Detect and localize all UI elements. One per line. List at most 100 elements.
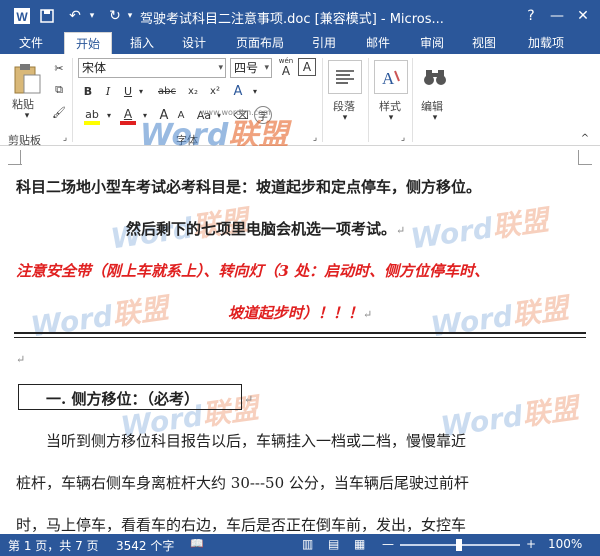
minimize-button[interactable]: — (544, 6, 570, 26)
tab-review[interactable]: 审阅 (412, 32, 452, 54)
tab-layout[interactable]: 页面布局 (228, 32, 292, 54)
highlight-icon: ab (85, 107, 99, 121)
tab-addins[interactable]: 加载项 (518, 32, 574, 54)
tab-file[interactable]: 文件 (6, 32, 56, 54)
close-button[interactable]: ✕ (570, 6, 596, 26)
paste-dropdown-icon[interactable]: ▾ (12, 110, 42, 122)
undo-icon[interactable]: ↶ (64, 6, 86, 26)
font-name-dropdown-icon[interactable]: ▾ (218, 59, 223, 77)
highlight-dropdown-icon[interactable]: ▾ (104, 106, 114, 124)
phonetic-guide-button[interactable]: wén A (276, 56, 296, 78)
format-painter-icon[interactable]: 🖌 (50, 104, 68, 120)
bold-button[interactable]: B (80, 82, 96, 100)
separator (322, 58, 323, 142)
styles-launcher-icon[interactable]: ⌟ (398, 132, 408, 144)
crop-mark (578, 164, 592, 165)
separator (72, 58, 73, 142)
zoom-in-button[interactable]: + (526, 537, 536, 551)
zoom-level[interactable]: 100% (548, 537, 582, 551)
separator (412, 58, 413, 142)
doc-line-1: 科目二场地小型车考试必考科目是：坡道起步和定点停车，侧方移位。 (16, 176, 481, 197)
print-layout-icon[interactable]: ▤ (328, 537, 339, 551)
watermark-url: www.wordlm.com (200, 108, 271, 117)
read-mode-icon[interactable]: ▥ (302, 537, 313, 551)
paragraph-mark: ↵ (16, 353, 26, 366)
font-size-value: 四号 (234, 61, 259, 75)
customize-qa-icon[interactable]: ▾ (124, 6, 136, 26)
word-logo-icon: W (10, 6, 34, 26)
paragraph-mark: ↵ (363, 308, 373, 321)
zoom-slider-thumb[interactable] (456, 539, 462, 551)
collapse-ribbon-icon[interactable]: ^ (578, 132, 592, 144)
font-launcher-icon[interactable]: ⌟ (310, 132, 320, 144)
double-rule-bottom (14, 337, 586, 338)
paragraph-dropdown-icon[interactable]: ▾ (330, 112, 360, 124)
body-line-1-text: 当听到侧方移位科目报告以后，车辆挂入一档或二档，慢慢靠近 (46, 432, 467, 450)
document-area[interactable]: Word联盟 Word联盟 Word联盟 Word联盟 Word联盟 Word联… (0, 146, 600, 534)
page-count[interactable]: 第 1 页，共 7 页 (8, 537, 99, 554)
binoculars-icon[interactable] (418, 60, 452, 94)
doc-line-3-rest: 、转向灯（3 处：启动时、侧方位停车时、 (203, 262, 490, 280)
doc-line-2-text: 然后剩下的七项里电脑会机选一项考试。 (126, 220, 397, 238)
help-button[interactable]: ? (518, 6, 544, 26)
font-color-button[interactable]: A (118, 106, 138, 126)
font-color-letter: A (123, 107, 133, 121)
doc-line-3: 注意安全带（刚上车就系上）、转向灯（3 处：启动时、侧方位停车时、 (16, 260, 489, 281)
paste-icon[interactable] (10, 60, 44, 96)
double-rule-top (14, 332, 586, 334)
status-bar: 第 1 页，共 7 页 3542 个字 📖 ▥ ▤ ▦ — + 100% (0, 534, 600, 556)
ribbon-tabs: 文件 开始 插入 设计 页面布局 引用 邮件 审阅 视图 加载项 (0, 32, 600, 54)
font-size-dropdown-icon[interactable]: ▾ (264, 59, 269, 77)
doc-line-1-text: 科目二场地小型车考试必考科目是：坡道起步和定点停车，侧方移位。 (16, 178, 482, 196)
web-layout-icon[interactable]: ▦ (354, 537, 365, 551)
superscript-button[interactable]: x² (206, 82, 224, 100)
italic-button[interactable]: I (100, 82, 116, 100)
tab-view[interactable]: 视图 (464, 32, 504, 54)
tab-insert[interactable]: 插入 (122, 32, 162, 54)
doc-line-2: 然后剩下的七项里电脑会机选一项考试。↵ (126, 218, 405, 239)
highlight-button[interactable]: ab (82, 106, 102, 126)
title-bar: W ↶ ▾ ↻ ▾ 驾驶考试科目二注意事项.doc [兼容模式] - Micro… (0, 0, 600, 32)
font-size-box[interactable]: 四号 ▾ (230, 58, 272, 78)
strikethrough-button[interactable]: abc (154, 82, 180, 100)
save-icon[interactable] (36, 6, 58, 26)
proofing-icon[interactable]: 📖 (190, 537, 204, 550)
underline-dropdown-icon[interactable]: ▾ (136, 82, 146, 100)
body-line-1: 当听到侧方移位科目报告以后，车辆挂入一档或二档，慢慢靠近 (46, 430, 466, 451)
phonetic-guide-a: A (281, 64, 291, 78)
window-title: 驾驶考试科目二注意事项.doc [兼容模式] - Micros... (140, 12, 444, 27)
tab-references[interactable]: 引用 (304, 32, 344, 54)
doc-line-3-red: 注意安全带（刚上车就系上） (16, 262, 204, 280)
watermark-overlay: Word联盟 (408, 203, 551, 256)
clipboard-launcher-icon[interactable]: ⌟ (60, 132, 70, 144)
undo-dropdown-icon[interactable]: ▾ (86, 6, 98, 26)
separator (368, 58, 369, 142)
underline-button[interactable]: U (120, 82, 136, 100)
tab-mailings[interactable]: 邮件 (358, 32, 398, 54)
section-heading: 一. 侧方移位：（必考） (46, 388, 199, 409)
cut-icon[interactable]: ✂ (50, 60, 68, 76)
section-heading-text: 一. 侧方移位：（必考） (46, 390, 199, 408)
text-effects-dropdown-icon[interactable]: ▾ (250, 82, 260, 100)
redo-icon[interactable]: ↻ (104, 6, 126, 26)
tab-design[interactable]: 设计 (174, 32, 214, 54)
body-line-3-text: 时，马上停车，看看车的右边，车后是否正在倒车前，发出，女控车 (16, 516, 467, 534)
editing-dropdown-icon[interactable]: ▾ (420, 112, 450, 124)
empty-paragraph: ↵ (16, 352, 25, 366)
subscript-button[interactable]: x₂ (184, 82, 202, 100)
paragraph-mark: ↵ (244, 393, 254, 406)
ribbon: 粘贴 ▾ ✂ ⧉ 🖌 剪贴板 ⌟ 宋体 ▾ 四号 ▾ wén A A B I U… (0, 54, 600, 153)
styles-dropdown-icon[interactable]: ▾ (376, 112, 406, 124)
text-effects-button[interactable]: A (230, 82, 246, 100)
word-count[interactable]: 3542 个字 (116, 537, 174, 554)
heading-para-mark: ↵ (244, 392, 253, 406)
body-line-3: 时，马上停车，看看车的右边，车后是否正在倒车前，发出，女控车 (16, 514, 466, 534)
character-border-button[interactable]: A (298, 58, 316, 76)
font-name-box[interactable]: 宋体 ▾ (78, 58, 226, 78)
copy-icon[interactable]: ⧉ (50, 82, 68, 98)
tab-home[interactable]: 开始 (64, 32, 112, 54)
styles-icon[interactable]: A (374, 60, 408, 94)
paragraph-icon[interactable] (328, 60, 362, 94)
zoom-out-button[interactable]: — (382, 537, 394, 551)
doc-line-4-text: 坡道起步时）！！！ (228, 304, 364, 322)
